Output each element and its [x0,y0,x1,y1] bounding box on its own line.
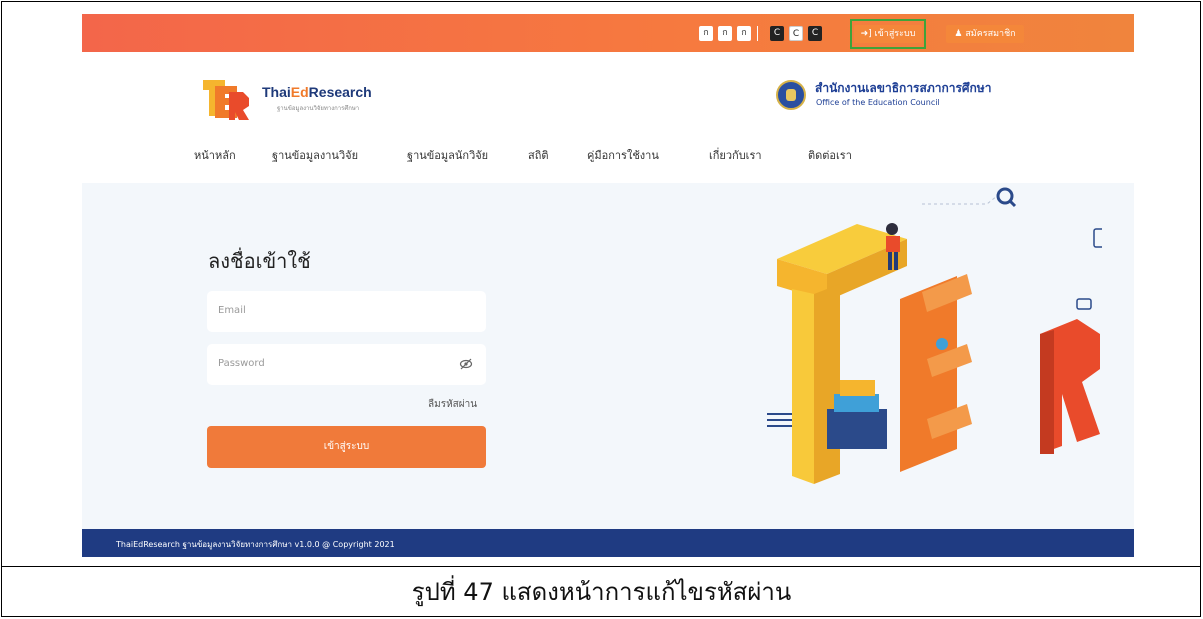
nav-item-contact[interactable]: ติดต่อเรา [808,146,852,164]
topbar-divider [757,26,758,41]
ter-illustration [767,187,1102,484]
register-button[interactable]: ♟ สมัครสมาชิก [946,25,1024,43]
top-bar: ก ก ก C C C ➜] เข้าสู่ระบบ ♟ สมัครสมาชิก [82,14,1134,52]
brand-name[interactable]: ThaiEdResearch [262,84,372,100]
login-submit-button[interactable]: เข้าสู่ระบบ [207,426,486,468]
login-icon: ➜] [860,29,872,39]
document-frame: ก ก ก C C C ➜] เข้าสู่ระบบ ♟ สมัครสมาชิก [0,0,1203,619]
font-size-small-button[interactable]: ก [699,26,713,41]
top-login-button[interactable]: ➜] เข้าสู่ระบบ [854,25,922,43]
nav-item-manual[interactable]: คู่มือการใช้งาน [587,146,659,164]
footer-copyright: ThaiEdResearch ฐานข้อมูลงานวิจัยทางการศึ… [116,540,395,549]
register-label: สมัครสมาชิก [965,29,1016,39]
nav-item-statistics[interactable]: สถิติ [528,146,549,164]
email-field[interactable]: Email [207,291,486,332]
brand-suffix: Research [308,84,372,100]
nav-item-about[interactable]: เกี่ยวกับเรา [709,146,762,164]
nav-item-home[interactable]: หน้าหลัก [194,146,236,164]
password-placeholder: Password [218,358,265,369]
agency-name-en: Office of the Education Council [816,98,940,107]
forgot-password-link[interactable]: ลืมรหัสผ่าน [428,397,477,412]
screenshot: ก ก ก C C C ➜] เข้าสู่ระบบ ♟ สมัครสมาชิก [82,14,1134,557]
brand-highlight: Ed [290,84,309,100]
brand-tagline: ฐานข้อมูลงานวิจัยทางการศึกษา [277,105,360,112]
password-field[interactable]: Password [207,344,486,385]
login-highlight-box: ➜] เข้าสู่ระบบ [850,19,926,49]
nav-item-researcher-db[interactable]: ฐานข้อมูลนักวิจัย [407,146,488,164]
top-login-label: เข้าสู่ระบบ [874,29,916,39]
site-footer: ThaiEdResearch ฐานข้อมูลงานวิจัยทางการศึ… [82,529,1134,557]
login-title: ลงชื่อเข้าใช้ [208,249,311,273]
agency-name-th: สำนักงานเลขาธิการสภาการศึกษา [815,81,992,95]
user-icon: ♟ [954,29,963,39]
oec-seal-logo [776,80,806,110]
font-size-large-button[interactable]: ก [737,26,751,41]
ter-logo-icon [203,80,249,120]
figure-caption: รูปที่ 47 แสดงหน้าการแก้ไขรหัสผ่าน [411,578,792,606]
brand-prefix: Thai [262,84,291,100]
contrast-normal-button[interactable]: C [789,26,803,41]
table-divider [1,566,1201,567]
nav-item-research-db[interactable]: ฐานข้อมูลงานวิจัย [272,146,358,164]
email-placeholder: Email [218,305,246,316]
font-size-medium-button[interactable]: ก [718,26,732,41]
contrast-high-button[interactable]: C [808,26,822,41]
eye-off-icon[interactable] [459,357,473,371]
contrast-dark-button[interactable]: C [770,26,784,41]
